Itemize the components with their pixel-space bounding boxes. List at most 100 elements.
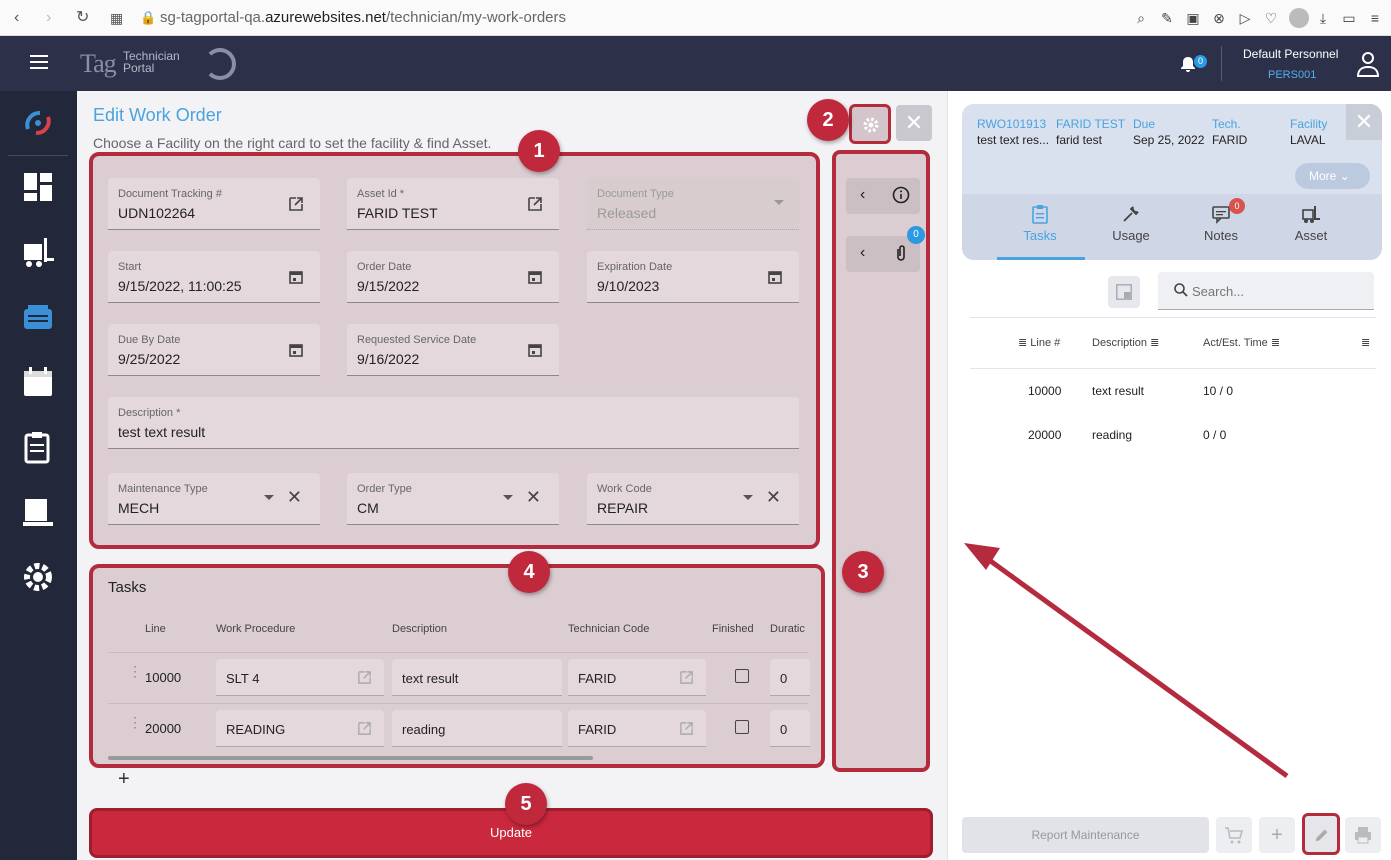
tasks-card: Tasks Line Work Procedure Description Te… <box>89 564 825 768</box>
work-procedure-field[interactable]: READING <box>216 710 384 747</box>
maintenance-type-select[interactable]: Maintenance Type MECH ✕ <box>108 473 320 525</box>
settings-button[interactable] <box>849 104 891 144</box>
view-toggle-button[interactable] <box>1108 276 1140 308</box>
start-date-field[interactable]: Start 9/15/2022, 11:00:25 <box>108 251 320 303</box>
clipboard-icon[interactable] <box>20 429 56 465</box>
task-description-field[interactable]: reading <box>392 710 562 747</box>
clear-icon[interactable]: ✕ <box>766 487 781 507</box>
share-icon[interactable]: ✎ <box>1159 8 1175 33</box>
open-external-icon[interactable] <box>527 196 543 212</box>
asset-id-field[interactable]: Asset Id * FARID TEST <box>347 178 559 230</box>
calendar-icon[interactable] <box>288 342 304 358</box>
notes-badge: 0 <box>1229 198 1245 214</box>
order-type-select[interactable]: Order Type CM ✕ <box>347 473 559 525</box>
clear-icon[interactable]: ✕ <box>287 487 302 507</box>
user-icon[interactable] <box>1356 51 1380 77</box>
tab-usage[interactable]: Usage <box>1096 204 1166 243</box>
requested-service-date-field[interactable]: Requested Service Date 9/16/2022 <box>347 324 559 376</box>
reload-icon[interactable]: ↻ <box>76 8 89 28</box>
reports-icon[interactable] <box>20 494 56 530</box>
printer-icon <box>1355 827 1371 844</box>
filter-icon[interactable]: ≣ <box>1361 336 1370 349</box>
description-field[interactable]: Description * test text result <box>108 397 799 449</box>
duration-field[interactable]: 0 <box>770 710 810 747</box>
technician-code-field[interactable]: FARID <box>568 659 706 696</box>
close-form-button[interactable]: ✕ <box>896 105 932 141</box>
column-header[interactable]: ≣ Line # <box>1018 336 1060 349</box>
duration-field[interactable]: 0 <box>770 659 810 696</box>
open-external-icon[interactable] <box>357 670 372 685</box>
tab-tasks[interactable]: Tasks <box>1005 204 1075 243</box>
add-button[interactable]: + <box>1259 817 1295 853</box>
tabs-grid-icon[interactable]: ▦ <box>110 8 123 28</box>
close-detail-button[interactable]: ✕ <box>1346 104 1382 140</box>
chevron-down-icon[interactable] <box>503 495 513 500</box>
calendar-icon[interactable] <box>288 269 304 285</box>
detail-task-time: 10 / 0 <box>1203 384 1234 398</box>
due-by-date-field[interactable]: Due By Date 9/25/2022 <box>108 324 320 376</box>
detail-task-time: 0 / 0 <box>1203 428 1227 442</box>
logo-icon[interactable] <box>20 105 56 141</box>
download-icon[interactable]: ⤓ <box>1315 8 1331 33</box>
zoom-icon[interactable]: ⌕ <box>1133 8 1149 33</box>
open-external-icon[interactable] <box>679 670 694 685</box>
column-header[interactable]: Description ≣ <box>1092 336 1159 349</box>
task-description-field[interactable]: text result <box>392 659 562 696</box>
search-box[interactable] <box>1158 272 1374 310</box>
work-code-select[interactable]: Work Code REPAIR ✕ <box>587 473 799 525</box>
clear-icon[interactable]: ✕ <box>526 487 541 507</box>
open-external-icon[interactable] <box>357 721 372 736</box>
order-date-field[interactable]: Order Date 9/15/2022 <box>347 251 559 303</box>
heart-icon[interactable]: ♡ <box>1263 8 1279 33</box>
open-external-icon[interactable] <box>288 196 304 212</box>
tab-notes[interactable]: Notes <box>1186 204 1256 243</box>
forward-icon[interactable]: › <box>46 8 51 28</box>
column-header: Duratic <box>770 623 805 635</box>
attachments-badge: 0 <box>907 226 925 244</box>
url-host: azurewebsites.net <box>265 9 386 26</box>
url-path: /technician/my-work-orders <box>385 9 567 26</box>
chevron-down-icon[interactable] <box>743 495 753 500</box>
hamburger-icon[interactable] <box>30 55 48 69</box>
sidebar <box>0 91 77 860</box>
calendar-icon[interactable] <box>767 269 783 285</box>
tab-asset[interactable]: Asset <box>1276 204 1346 243</box>
print-button[interactable] <box>1345 817 1381 853</box>
open-external-icon[interactable] <box>679 721 694 736</box>
technician-code-field[interactable]: FARID <box>568 710 706 747</box>
column-header: Technician Code <box>568 623 650 635</box>
profile-icon[interactable] <box>1289 8 1309 33</box>
document-tracking-field[interactable]: Document Tracking # UDN102264 <box>108 178 320 230</box>
calendar-icon[interactable] <box>527 342 543 358</box>
chevron-down-icon[interactable] <box>264 495 274 500</box>
more-button[interactable]: More ⌄ <box>1295 163 1370 189</box>
shield-icon[interactable]: ⊗ <box>1211 8 1227 33</box>
send-icon[interactable]: ▷ <box>1237 8 1253 33</box>
column-header[interactable]: Act/Est. Time ≣ <box>1203 336 1280 349</box>
finished-checkbox[interactable] <box>735 720 749 734</box>
settings-icon[interactable] <box>20 559 56 595</box>
add-task-button[interactable]: + <box>118 768 130 791</box>
work-orders-icon[interactable] <box>20 299 56 335</box>
form-scrollbar[interactable] <box>817 166 820 376</box>
drag-handle-icon[interactable]: ⋮ <box>128 664 142 678</box>
address-bar[interactable]: sg-tagportal-qa.azurewebsites.net/techni… <box>160 9 566 26</box>
report-maintenance-button[interactable]: Report Maintenance <box>962 817 1209 853</box>
menu-icon[interactable]: ≡ <box>1367 8 1383 33</box>
lock-icon: 🔒 <box>140 10 157 25</box>
cart-button[interactable] <box>1216 817 1252 853</box>
camera-icon[interactable]: ▣ <box>1185 8 1201 33</box>
calendar-icon[interactable] <box>20 364 56 400</box>
drag-handle-icon[interactable]: ⋮ <box>128 715 142 729</box>
work-procedure-field[interactable]: SLT 4 <box>216 659 384 696</box>
edit-button[interactable] <box>1302 813 1340 855</box>
info-panel-toggle[interactable]: ‹ <box>846 178 920 214</box>
back-icon[interactable]: ‹ <box>14 8 19 28</box>
search-input[interactable] <box>1192 284 1362 299</box>
calendar-icon[interactable] <box>527 269 543 285</box>
tasks-scrollbar[interactable] <box>108 756 593 760</box>
finished-checkbox[interactable] <box>735 669 749 683</box>
forklift-icon[interactable] <box>20 234 56 270</box>
expiration-date-field[interactable]: Expiration Date 9/10/2023 <box>587 251 799 303</box>
dashboard-icon[interactable] <box>20 169 56 205</box>
